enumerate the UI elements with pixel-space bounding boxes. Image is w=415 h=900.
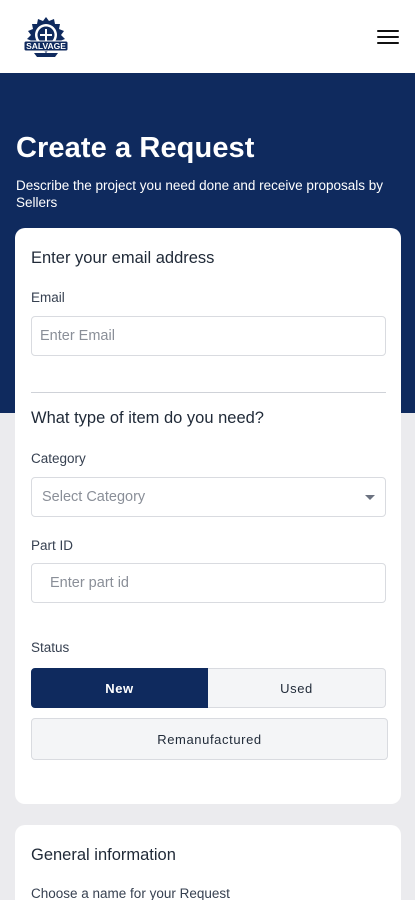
top-navigation-bar: SALVAGE — [0, 0, 415, 73]
page-title: Create a Request — [16, 132, 255, 164]
section-divider — [31, 392, 386, 393]
part-id-input[interactable] — [31, 563, 386, 603]
part-id-label: Part ID — [31, 538, 74, 553]
logo-text: SALVAGE — [26, 41, 66, 51]
status-remanufactured-button[interactable]: Remanufactured — [31, 718, 388, 760]
email-label: Email — [31, 290, 65, 305]
category-select-value: Select Category — [42, 489, 146, 505]
status-new-button[interactable]: New — [31, 668, 208, 708]
status-used-button[interactable]: Used — [208, 668, 386, 708]
email-input[interactable] — [31, 316, 386, 356]
item-section-heading: What type of item do you need? — [31, 409, 264, 427]
email-section-heading: Enter your email address — [31, 249, 215, 267]
page-subtitle: Describe the project you need done and r… — [16, 178, 383, 210]
chevron-down-icon — [365, 494, 375, 500]
category-select[interactable]: Select Category — [31, 477, 386, 517]
salvage-logo-icon[interactable]: SALVAGE — [22, 14, 70, 60]
request-name-label: Choose a name for your Request — [31, 886, 230, 900]
general-info-card: General information Choose a name for yo… — [15, 825, 401, 900]
category-label: Category — [31, 451, 86, 466]
request-form-card: Enter your email address Email What type… — [15, 228, 401, 804]
status-label: Status — [31, 640, 70, 655]
general-info-heading: General information — [31, 846, 176, 864]
hamburger-menu-icon[interactable] — [377, 28, 399, 46]
